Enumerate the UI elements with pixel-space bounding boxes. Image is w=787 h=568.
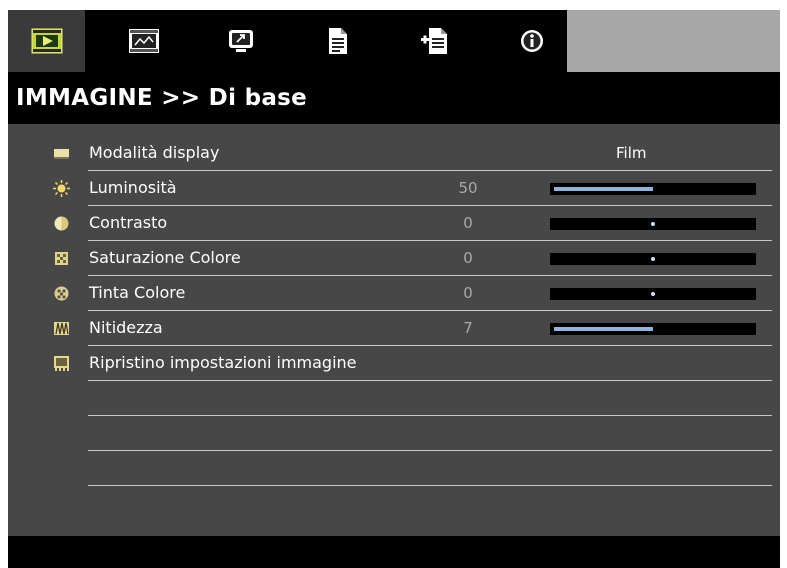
contrast-icon — [54, 216, 69, 231]
osd-menu: IMMAGINE >> Di base Modalità display Fil… — [8, 10, 780, 568]
menu-panel: Modalità display Film Luminosità 50 Cont… — [8, 124, 780, 536]
slider-fill — [554, 187, 653, 191]
page-title: IMMAGINE >> Di base — [16, 85, 308, 111]
tab-options[interactable] — [299, 10, 376, 72]
slider-fill — [554, 327, 653, 331]
empty-row-divider — [88, 450, 772, 451]
display-mode-value: Film — [616, 144, 647, 162]
options-tab-icon — [328, 28, 347, 54]
slider-indicator — [651, 222, 655, 226]
menu-item-label: Saturazione Colore — [89, 248, 241, 267]
menu-item-label: Contrasto — [89, 213, 168, 232]
tab-bar-filler — [567, 10, 780, 72]
tint-icon — [54, 286, 69, 301]
menu-item-label: Tinta Colore — [89, 283, 186, 302]
color-saturation-slider[interactable] — [550, 253, 756, 265]
brightness-icon — [53, 180, 70, 197]
menu-item-sharpness[interactable]: Nitidezza 7 — [48, 311, 772, 346]
tab-advanced-options[interactable] — [396, 10, 473, 72]
advanced-options-tab-icon — [420, 28, 447, 54]
menu-item-tint[interactable]: Tinta Colore 0 — [48, 276, 772, 311]
reset-icon — [54, 356, 69, 371]
menu-item-brightness[interactable]: Luminosità 50 — [48, 171, 772, 206]
sharpness-icon — [54, 322, 69, 335]
info-tab-icon — [520, 30, 543, 52]
slider-indicator — [651, 292, 655, 296]
contrast-slider[interactable] — [550, 218, 756, 230]
row-divider — [88, 380, 772, 381]
brightness-slider[interactable] — [550, 183, 756, 195]
tab-display[interactable] — [105, 10, 182, 72]
menu-item-color-saturation[interactable]: Saturazione Colore 0 — [48, 241, 772, 276]
tab-bar — [8, 10, 780, 72]
picture-tab-icon — [31, 28, 62, 54]
sharpness-value: 7 — [463, 319, 473, 337]
empty-row-divider — [88, 415, 772, 416]
menu-item-reset[interactable]: Ripristino impostazioni immagine — [48, 346, 772, 381]
footer-bar — [8, 536, 780, 568]
color-saturation-icon — [55, 252, 68, 265]
sharpness-slider[interactable] — [550, 323, 756, 335]
menu-item-label: Nitidezza — [89, 318, 163, 337]
menu-item-display-mode[interactable]: Modalità display Film — [48, 136, 772, 171]
tab-info[interactable] — [493, 10, 570, 72]
contrast-value: 0 — [463, 214, 473, 232]
color-saturation-value: 0 — [463, 249, 473, 267]
slider-indicator — [651, 257, 655, 261]
brightness-value: 50 — [458, 179, 478, 197]
tab-picture[interactable] — [8, 10, 85, 72]
menu-item-contrast[interactable]: Contrasto 0 — [48, 206, 772, 241]
tint-value: 0 — [463, 284, 473, 302]
display-mode-icon — [54, 149, 69, 159]
page-header: IMMAGINE >> Di base — [8, 72, 780, 124]
tint-slider[interactable] — [550, 288, 756, 300]
tab-setup[interactable] — [202, 10, 279, 72]
display-tab-icon — [128, 29, 159, 53]
menu-item-label: Modalità display — [89, 143, 220, 162]
menu-item-label: Ripristino impostazioni immagine — [89, 353, 357, 372]
setup-tab-icon — [228, 30, 253, 52]
empty-row-divider — [88, 485, 772, 486]
menu-item-label: Luminosità — [89, 178, 177, 197]
